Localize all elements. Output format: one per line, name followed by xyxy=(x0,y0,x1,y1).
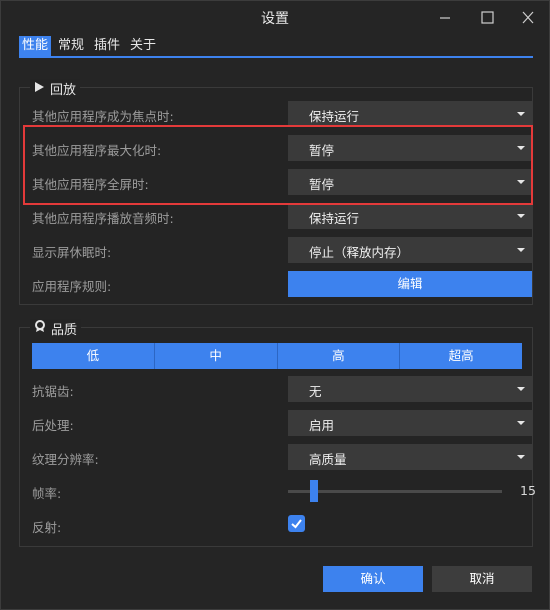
tab-performance[interactable]: 性能 xyxy=(19,36,52,56)
checkmark-icon xyxy=(291,519,302,529)
playback-title-text: 回放 xyxy=(50,83,77,98)
quality-group-title: 品质 xyxy=(30,319,82,338)
antialias-row: 抗锯齿: 无 xyxy=(32,376,532,402)
quality-title-text: 品质 xyxy=(51,323,78,338)
postprocess-label: 后处理: xyxy=(32,418,74,433)
reflection-checkbox[interactable] xyxy=(288,515,305,532)
title-bar: 设置 xyxy=(1,1,549,35)
postprocess-row: 后处理: 启用 xyxy=(32,410,532,436)
chevron-down-icon xyxy=(517,387,525,391)
minimize-icon xyxy=(440,17,450,19)
antialias-value: 无 xyxy=(309,384,322,399)
fps-slider-track[interactable] xyxy=(288,490,502,493)
antialias-dropdown[interactable]: 无 xyxy=(288,376,532,402)
fps-value: 15 xyxy=(520,483,536,498)
texture-row: 纹理分辨率: 高质量 xyxy=(32,444,532,470)
confirm-button[interactable]: 确认 xyxy=(323,566,423,592)
focus-value: 保持运行 xyxy=(309,109,360,124)
chevron-down-icon xyxy=(517,248,525,252)
close-button[interactable] xyxy=(516,7,540,29)
focus-row: 其他应用程序成为焦点时: 保持运行 xyxy=(32,101,532,127)
rules-row: 应用程序规则: 编辑 xyxy=(32,271,532,297)
fps-slider-handle[interactable] xyxy=(310,480,318,502)
fps-row: 帧率: 15 xyxy=(32,478,536,504)
focus-dropdown[interactable]: 保持运行 xyxy=(288,101,532,127)
chevron-down-icon xyxy=(517,214,525,218)
highlight-box xyxy=(23,125,533,205)
postprocess-dropdown[interactable]: 启用 xyxy=(288,410,532,436)
audio-label: 其他应用程序播放音频时: xyxy=(32,211,174,226)
reflection-row: 反射: xyxy=(32,512,522,538)
rules-label: 应用程序规则: xyxy=(32,279,112,294)
sleep-label: 显示屏休眠时: xyxy=(32,245,112,260)
quality-group: 品质 低 中 高 超高 抗锯齿: 无 后处理: 启用 纹理分辨率: 高质量 帧率… xyxy=(19,319,536,547)
antialias-label: 抗锯齿: xyxy=(32,384,74,399)
quality-preset-bar: 低 中 高 超高 xyxy=(32,343,522,369)
texture-label: 纹理分辨率: xyxy=(32,452,99,467)
edit-rules-button[interactable]: 编辑 xyxy=(288,271,532,297)
audio-dropdown[interactable]: 保持运行 xyxy=(288,203,532,229)
texture-dropdown[interactable]: 高质量 xyxy=(288,444,532,470)
tab-general[interactable]: 常规 xyxy=(55,36,87,56)
chevron-down-icon xyxy=(517,421,525,425)
maximize-button[interactable] xyxy=(475,7,499,29)
maximize-icon xyxy=(481,11,494,24)
preset-low[interactable]: 低 xyxy=(32,343,155,369)
fps-label: 帧率: xyxy=(32,486,62,501)
badge-icon xyxy=(34,320,46,337)
sleep-row: 显示屏休眠时: 停止（释放内存） xyxy=(32,237,532,263)
cancel-button[interactable]: 取消 xyxy=(432,566,532,592)
window-title: 设置 xyxy=(261,11,289,27)
preset-ultra[interactable]: 超高 xyxy=(400,343,522,369)
chevron-down-icon xyxy=(517,455,525,459)
close-icon xyxy=(522,11,534,24)
reflection-label: 反射: xyxy=(32,520,62,535)
audio-value: 保持运行 xyxy=(309,211,360,226)
tab-plugins[interactable]: 插件 xyxy=(91,36,123,56)
audio-row: 其他应用程序播放音频时: 保持运行 xyxy=(32,203,532,229)
minimize-button[interactable] xyxy=(433,7,457,29)
playback-group-title: 回放 xyxy=(30,79,81,98)
preset-high[interactable]: 高 xyxy=(278,343,401,369)
tab-about[interactable]: 关于 xyxy=(127,36,159,56)
preset-medium[interactable]: 中 xyxy=(155,343,278,369)
texture-value: 高质量 xyxy=(309,452,347,467)
play-icon xyxy=(34,81,45,97)
postprocess-value: 启用 xyxy=(309,418,335,433)
settings-window: 设置 性能 常规 插件 关于 回放 其他应用程序成为焦点时: 保持运行 其他应用… xyxy=(0,0,550,610)
tab-bar: 性能 常规 插件 关于 xyxy=(19,36,533,58)
sleep-value: 停止（释放内存） xyxy=(309,245,410,260)
chevron-down-icon xyxy=(517,112,525,116)
focus-label: 其他应用程序成为焦点时: xyxy=(32,109,174,124)
sleep-dropdown[interactable]: 停止（释放内存） xyxy=(288,237,532,263)
